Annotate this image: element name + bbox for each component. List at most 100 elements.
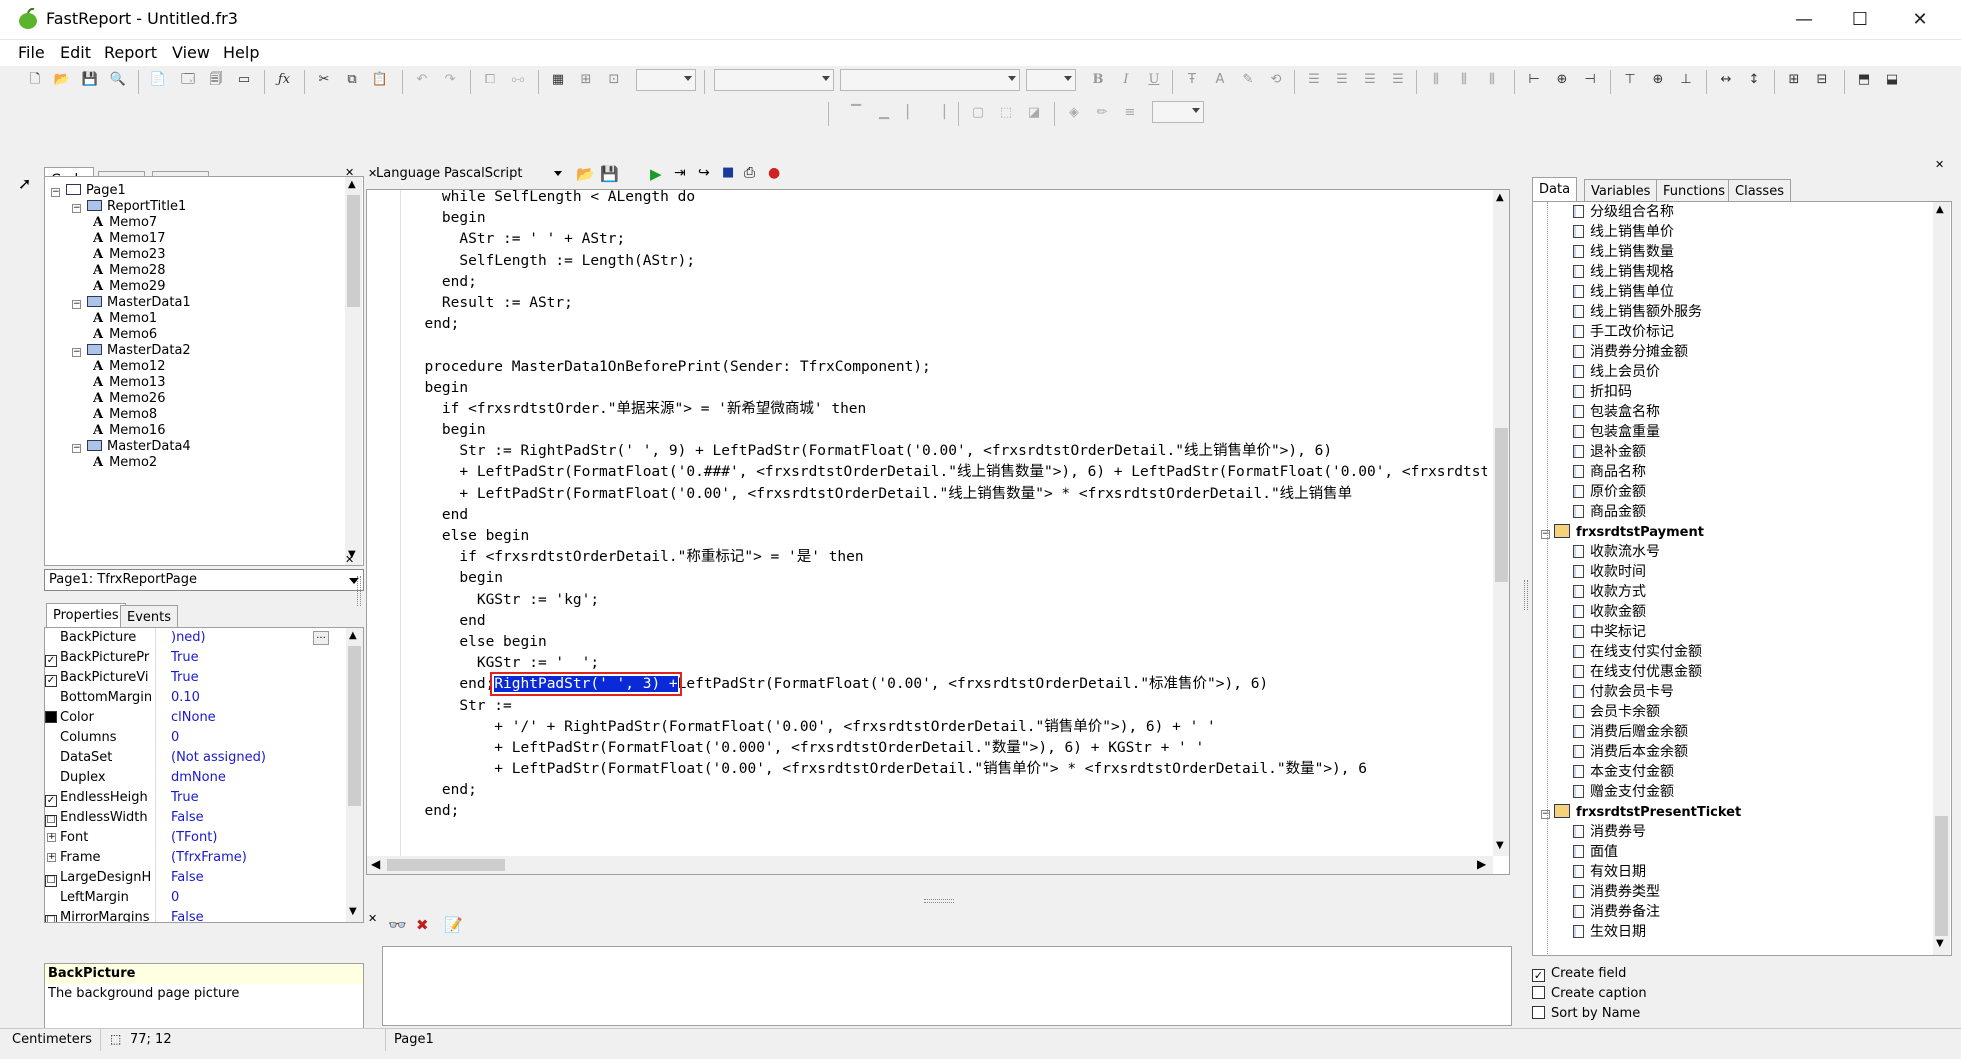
line-color-icon[interactable]: ✏ [1092, 104, 1112, 122]
field-node[interactable]: 消费券备注 [1573, 902, 1660, 922]
tab-properties[interactable]: Properties [46, 603, 126, 627]
align-centers-icon[interactable]: ⊕ [1552, 71, 1572, 89]
code-hscrollbar[interactable]: ◀ ▶ [367, 856, 1493, 874]
field-node[interactable]: 原价金额 [1573, 482, 1646, 502]
frame-none-icon[interactable]: ⬚ [996, 104, 1016, 122]
field-node[interactable]: 消费券类型 [1573, 882, 1660, 902]
rotation-icon[interactable]: ⟲ [1266, 71, 1286, 89]
align-bottoms-icon[interactable]: ⊥ [1676, 71, 1696, 89]
code-splitter[interactable] [924, 899, 954, 903]
menu-view[interactable]: View [172, 43, 210, 62]
property-row[interactable]: BackPicture)ned) [45, 628, 345, 648]
property-row[interactable]: BackPicturePr ✓ True [45, 648, 345, 668]
language-combo[interactable]: PascalScript [440, 163, 566, 185]
align-grid-icon[interactable]: ⊞ [576, 71, 596, 89]
align-middle-icon[interactable]: ⫼ [1454, 71, 1474, 89]
align-rights-icon[interactable]: ⊣ [1580, 71, 1600, 89]
property-row[interactable]: EndlessWidth ☐ False [45, 808, 345, 828]
highlight-icon[interactable]: ✎ [1238, 71, 1258, 89]
frame-bottom-icon[interactable]: ▁ [874, 104, 894, 122]
run-script-icon[interactable]: ▶ [650, 165, 662, 183]
align-vcenters-icon[interactable]: ⊕ [1648, 71, 1668, 89]
property-row[interactable]: Color clNone [45, 708, 345, 728]
evaluate-icon[interactable]: ⎙ [744, 165, 755, 181]
field-node[interactable]: 中奖标记 [1573, 622, 1646, 642]
property-row[interactable]: LargeDesignH ☐ False [45, 868, 345, 888]
new-dialog-icon[interactable]: 🗔 [178, 71, 198, 89]
expand-toggle-icon[interactable]: − [1541, 810, 1550, 819]
space-horizontal-icon[interactable]: ↔ [1716, 71, 1736, 89]
property-value[interactable]: clNone [171, 708, 216, 728]
preview-icon[interactable]: 🔍 [108, 71, 128, 89]
line-style-icon[interactable]: ≡ [1120, 104, 1140, 122]
align-bottom-icon[interactable]: ⫼ [1482, 71, 1502, 89]
field-node[interactable]: 收款方式 [1573, 582, 1646, 602]
dataset-node[interactable]: − frxsrdtstPayment [1541, 522, 1704, 542]
field-node[interactable]: 商品金额 [1573, 502, 1646, 522]
property-value[interactable]: (TFont) [171, 828, 217, 848]
group-icon[interactable]: ⧠ [480, 71, 500, 89]
field-node[interactable]: 生效日期 [1573, 922, 1646, 942]
field-node[interactable]: 赠金支付金额 [1573, 782, 1674, 802]
close-button[interactable]: ✕ [1890, 2, 1950, 38]
field-node[interactable]: 本金支付金额 [1573, 762, 1674, 782]
property-value[interactable]: False [171, 868, 204, 888]
object-selector[interactable]: Page1: TfrxReportPage [44, 569, 364, 591]
font-name-combo[interactable] [840, 69, 1020, 91]
property-value[interactable]: True [171, 668, 199, 688]
menu-report[interactable]: Report [104, 43, 157, 62]
step-into-icon[interactable]: ⇥ [674, 165, 686, 181]
property-row[interactable]: DataSet (Not assigned) [45, 748, 345, 768]
expand-toggle-icon[interactable]: − [72, 348, 81, 357]
code-vscrollbar[interactable]: ▲ ▼ [1493, 190, 1509, 856]
new-page-icon[interactable]: 📄 [148, 71, 168, 89]
option-1[interactable]: Create caption [1532, 984, 1647, 1004]
expand-property-icon[interactable]: + [47, 853, 56, 862]
field-node[interactable]: 消费后赠金余额 [1573, 722, 1688, 742]
style-combo[interactable] [714, 69, 834, 91]
zoom-combo[interactable] [636, 69, 696, 91]
open-script-icon[interactable]: 📂 [576, 165, 595, 183]
property-row[interactable]: Duplex dmNone [45, 768, 345, 788]
expand-toggle-icon[interactable]: − [51, 188, 60, 197]
inspector-close-icon[interactable]: ✕ [345, 553, 354, 566]
field-node[interactable]: 面值 [1573, 842, 1618, 862]
field-node[interactable]: 消费券号 [1573, 822, 1646, 842]
menu-edit[interactable]: Edit [60, 43, 91, 62]
add-watch-icon[interactable]: 👓 [388, 916, 407, 934]
align-top-icon[interactable]: ⫼ [1426, 71, 1446, 89]
expand-toggle-icon[interactable]: − [72, 204, 81, 213]
field-node[interactable]: 退补金额 [1573, 442, 1646, 462]
field-node[interactable]: 包装盒重量 [1573, 422, 1660, 442]
left-splitter[interactable] [357, 576, 361, 606]
field-node[interactable]: 包装盒名称 [1573, 402, 1660, 422]
field-node[interactable]: 线上销售单位 [1573, 282, 1674, 302]
fit-grid-icon[interactable]: ⊡ [604, 71, 624, 89]
field-node[interactable]: 线上会员价 [1573, 362, 1660, 382]
property-value[interactable]: True [171, 648, 199, 668]
tab-dict-data[interactable]: Data [1532, 177, 1578, 201]
stop-script-icon[interactable]: ■ [722, 165, 734, 180]
edit-watch-icon[interactable]: 📝 [444, 916, 463, 934]
open-icon[interactable]: 📂 [52, 71, 72, 89]
right-splitter[interactable] [1524, 580, 1528, 610]
property-checkbox[interactable]: ☐ [45, 875, 57, 887]
line-width-combo[interactable] [1152, 101, 1204, 123]
field-node[interactable]: 线上销售数量 [1573, 242, 1674, 262]
tab-variables[interactable]: Variables [1584, 179, 1658, 203]
new-report-icon[interactable]: 🗋 [25, 71, 45, 89]
tab-classes[interactable]: Classes [1728, 179, 1791, 203]
justify-icon[interactable]: ☰ [1388, 71, 1408, 89]
pointer-tool-icon[interactable]: ➚ [18, 174, 31, 193]
property-row[interactable]: + Frame (TfrxFrame) [45, 848, 345, 868]
property-value[interactable]: True [171, 788, 199, 808]
field-node[interactable]: 线上销售额外服务 [1573, 302, 1702, 322]
save-script-icon[interactable]: 💾 [600, 165, 619, 183]
property-checkbox[interactable]: ☐ [45, 815, 57, 827]
watch-list[interactable] [382, 946, 1512, 1026]
frame-left-icon[interactable]: ▏ [902, 104, 922, 122]
tree-item[interactable]: A Memo2 [93, 453, 157, 473]
ungroup-icon[interactable]: ⧟ [508, 71, 528, 89]
field-node[interactable]: 会员卡余额 [1573, 702, 1660, 722]
option-checkbox[interactable] [1532, 986, 1545, 999]
